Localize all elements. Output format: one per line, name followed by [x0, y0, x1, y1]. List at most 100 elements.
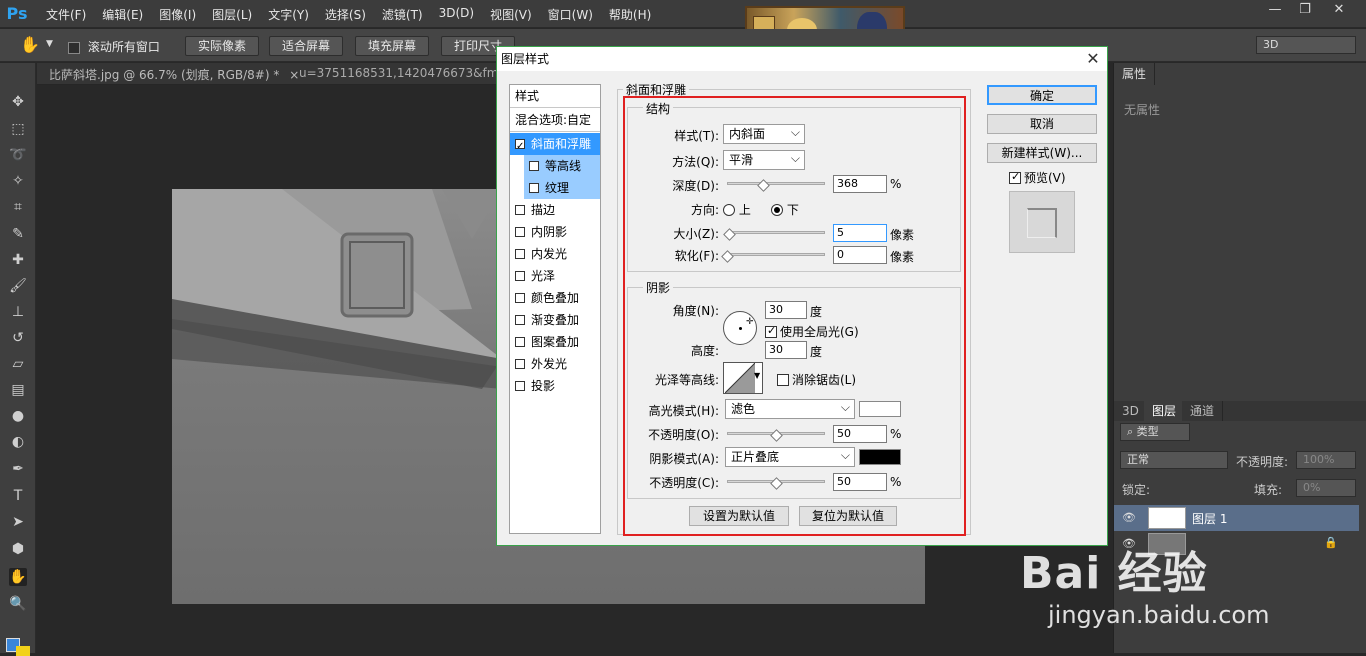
style-item-satin[interactable]: 光泽	[510, 265, 600, 287]
eraser-tool-icon[interactable]: ▱	[9, 355, 27, 373]
style-item-label: 内阴影	[531, 225, 568, 239]
fit-screen-button[interactable]: 适合屏幕	[269, 36, 344, 56]
clone-stamp-tool-icon[interactable]: ⊥	[9, 303, 27, 321]
scroll-all-label: 滚动所有窗口	[87, 40, 160, 54]
checkbox-icon[interactable]	[515, 315, 525, 325]
restore-button[interactable]: ❐	[1288, 0, 1322, 20]
checkbox-icon[interactable]	[515, 293, 525, 303]
background-color-swatch[interactable]	[16, 646, 30, 656]
scroll-all-windows[interactable]: 滚动所有窗口	[68, 38, 160, 55]
style-item-inner-shadow[interactable]: 内阴影	[510, 221, 600, 243]
style-item-gradient-overlay[interactable]: 渐变叠加	[510, 309, 600, 331]
blur-tool-icon[interactable]: ●	[9, 407, 27, 425]
style-item-bevel-emboss[interactable]: 斜面和浮雕	[510, 133, 600, 158]
style-item-label: 外发光	[531, 357, 568, 371]
close-window-button[interactable]: ✕	[1322, 0, 1356, 20]
hand-tool-icon[interactable]: ✋	[20, 35, 40, 54]
styles-header[interactable]: 样式	[510, 85, 600, 107]
style-item-drop-shadow[interactable]: 投影	[510, 375, 600, 397]
checkbox-icon[interactable]	[515, 381, 525, 391]
workspace-switcher[interactable]: 3D	[1256, 36, 1356, 54]
checkbox-icon[interactable]	[515, 227, 525, 237]
cancel-button[interactable]: 取消	[987, 114, 1097, 134]
style-item-label: 颜色叠加	[531, 291, 580, 305]
checkbox-icon[interactable]	[529, 183, 539, 193]
pen-tool-icon[interactable]: ✒	[9, 460, 27, 478]
zoom-tool-icon[interactable]: 🔍	[9, 595, 27, 613]
tab-properties[interactable]: 属性	[1114, 63, 1156, 85]
fill-screen-button[interactable]: 填充屏幕	[355, 36, 430, 56]
checkbox-icon[interactable]	[515, 136, 525, 158]
blend-mode-dropdown[interactable]: 正常	[1120, 451, 1228, 469]
visibility-eye-icon[interactable]: 👁	[1122, 511, 1136, 524]
menu-file[interactable]: 文件(F)	[46, 6, 86, 23]
fill-input[interactable]: 0%	[1296, 479, 1356, 497]
checkbox-icon[interactable]	[515, 205, 525, 215]
menu-filter[interactable]: 滤镜(T)	[382, 6, 423, 23]
style-item-stroke[interactable]: 描边	[510, 199, 600, 221]
type-tool-icon[interactable]: T	[9, 487, 27, 505]
minimize-button[interactable]: —	[1258, 0, 1292, 20]
menu-3d[interactable]: 3D(D)	[439, 6, 474, 23]
checkbox-icon[interactable]	[1009, 170, 1021, 184]
no-properties-text: 无属性	[1124, 103, 1161, 117]
style-item-inner-glow[interactable]: 内发光	[510, 243, 600, 265]
healing-brush-tool-icon[interactable]: ✚	[9, 251, 27, 269]
shape-tool-icon[interactable]: ⬢	[9, 540, 27, 558]
opacity-input[interactable]: 100%	[1296, 451, 1356, 469]
style-item-label: 斜面和浮雕	[531, 137, 592, 151]
menu-image[interactable]: 图像(I)	[159, 6, 196, 23]
document-tabs: 比萨斜塔.jpg @ 66.7% (划痕, RGB/8#) * × u=3751…	[37, 63, 516, 85]
menu-select[interactable]: 选择(S)	[325, 6, 366, 23]
style-item-label: 描边	[531, 203, 556, 217]
menu-help[interactable]: 帮助(H)	[609, 6, 651, 23]
hand-tool-icon-active[interactable]: ✋	[9, 568, 27, 586]
watermark-brand: Bai 经验	[1020, 548, 1208, 599]
tab-3d[interactable]: 3D	[1114, 401, 1148, 421]
actual-pixels-button[interactable]: 实际像素	[185, 36, 260, 56]
eyedropper-tool-icon[interactable]: ✎	[9, 225, 27, 243]
filter-kind-dropdown[interactable]: ⌕ 类型	[1120, 423, 1190, 441]
checkbox-icon[interactable]	[529, 161, 539, 171]
menu-view[interactable]: 视图(V)	[490, 6, 532, 23]
close-icon[interactable]: ✕	[1083, 49, 1103, 69]
tool-preset-dropdown-icon[interactable]: ▼	[46, 39, 53, 49]
menu-bar: Ps 文件(F) 编辑(E) 图像(I) 图层(L) 文字(Y) 选择(S) 滤…	[0, 0, 1366, 58]
layer-row-selected[interactable]: 👁 图层 1	[1114, 505, 1359, 531]
blend-options-item[interactable]: 混合选项:自定	[510, 109, 600, 131]
checkbox-icon[interactable]	[515, 359, 525, 369]
preview-option[interactable]: 预览(V)	[1009, 169, 1066, 186]
scroll-all-checkbox[interactable]	[68, 41, 80, 54]
path-selection-tool-icon[interactable]: ➤	[9, 513, 27, 531]
gradient-tool-icon[interactable]: ▤	[9, 381, 27, 399]
menu-layer[interactable]: 图层(L)	[212, 6, 252, 23]
style-item-contour[interactable]: 等高线	[524, 155, 600, 177]
menu-window[interactable]: 窗口(W)	[548, 6, 593, 23]
checkbox-icon[interactable]	[515, 249, 525, 259]
style-item-color-overlay[interactable]: 颜色叠加	[510, 287, 600, 309]
dodge-tool-icon[interactable]: ◐	[9, 433, 27, 451]
doc-tab-active[interactable]: 比萨斜塔.jpg @ 66.7% (划痕, RGB/8#) * ×	[49, 66, 299, 83]
history-brush-tool-icon[interactable]: ↺	[9, 329, 27, 347]
lasso-tool-icon[interactable]: ➰	[9, 146, 27, 164]
magic-wand-tool-icon[interactable]: ✧	[9, 172, 27, 190]
brush-tool-icon[interactable]: 🖌	[9, 277, 27, 295]
marquee-tool-icon[interactable]: ⬚	[9, 120, 27, 138]
checkbox-icon[interactable]	[515, 337, 525, 347]
new-style-button[interactable]: 新建样式(W)...	[987, 143, 1097, 163]
move-tool-icon[interactable]: ✥	[9, 93, 27, 111]
checkbox-icon[interactable]	[515, 271, 525, 281]
crop-tool-icon[interactable]: ⌗	[9, 198, 27, 216]
menu-type[interactable]: 文字(Y)	[268, 6, 309, 23]
tab-layers[interactable]: 图层	[1144, 401, 1186, 421]
menu-edit[interactable]: 编辑(E)	[102, 6, 143, 23]
style-item-outer-glow[interactable]: 外发光	[510, 353, 600, 375]
preview-label: 预览(V)	[1024, 171, 1066, 185]
close-tab-icon[interactable]: ×	[289, 68, 299, 82]
ok-button[interactable]: 确定	[987, 85, 1097, 105]
layer-name[interactable]: 图层 1	[1192, 510, 1227, 527]
style-item-texture[interactable]: 纹理	[524, 177, 600, 199]
tab-channels[interactable]: 通道	[1182, 401, 1224, 421]
doc-tab-2[interactable]: u=3751168531,1420476673&fm=2	[299, 66, 516, 80]
style-item-pattern-overlay[interactable]: 图案叠加	[510, 331, 600, 353]
